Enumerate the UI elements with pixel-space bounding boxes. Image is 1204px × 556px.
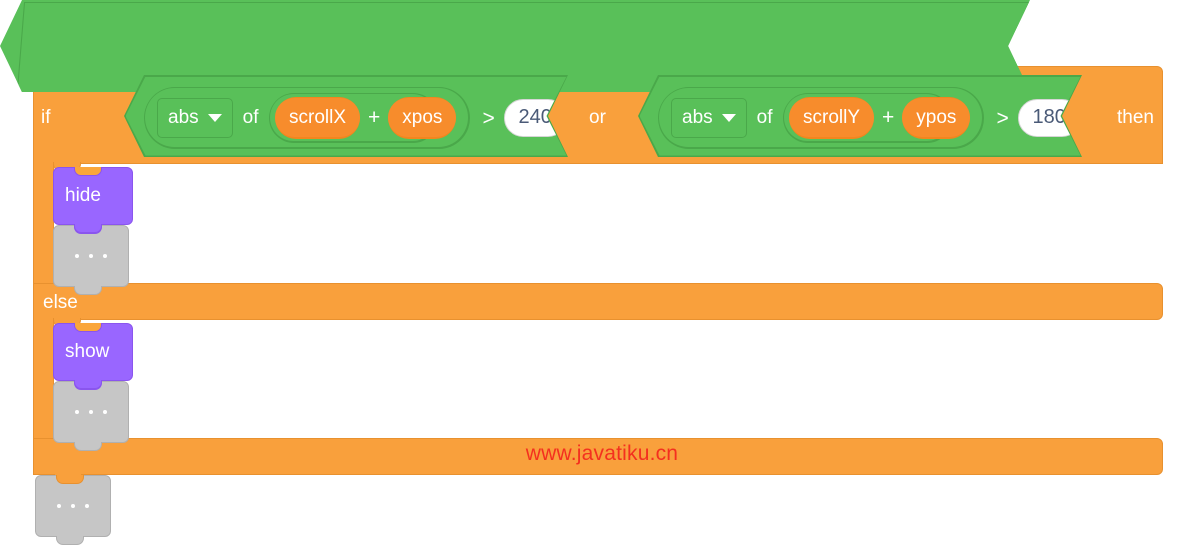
placeholder-block-then[interactable]	[53, 225, 129, 295]
ellipsis-dots-icon-bottom	[36, 476, 110, 536]
placeholder-then-bump-bottom	[74, 286, 102, 295]
greater-than-symbol-right: >	[996, 106, 1009, 130]
if-keyword: if	[41, 107, 51, 128]
abs-dropdown-label-right: abs	[682, 106, 713, 128]
abs-dropdown-label: abs	[168, 106, 199, 128]
if-block-then-arm	[33, 162, 81, 284]
placeholder-block-else[interactable]	[53, 381, 129, 451]
ellipsis-dots-icon-else	[54, 382, 128, 442]
chevron-down-icon-right	[722, 114, 736, 122]
else-bar[interactable]	[33, 283, 1163, 320]
variable-reporter-xpos[interactable]: xpos	[388, 97, 456, 139]
show-block-notch-top	[74, 323, 102, 332]
greater-than-block-left[interactable]: abs of scrollX + xpos > 240	[124, 75, 568, 157]
abs-of-block-left[interactable]: abs of scrollX + xpos	[144, 87, 470, 149]
show-block-label: show	[65, 341, 110, 362]
greater-than-block-right[interactable]: abs of scrollY + ypos > 180	[638, 75, 1082, 157]
abs-of-right-fill: abs of scrollY + ypos	[659, 88, 982, 147]
variable-reporter-scrolly[interactable]: scrollY	[789, 97, 874, 139]
placeholder-block-bottom[interactable]	[35, 475, 111, 545]
greater-than-right-fill: abs of scrollY + ypos > 180	[640, 77, 1081, 156]
if-block-else-arm	[33, 318, 81, 439]
placeholder-bottom-bump	[56, 536, 84, 545]
plus-symbol-left: +	[368, 106, 381, 129]
or-label: or	[589, 107, 606, 128]
scratch-block-canvas: if then else abs of scrollX + xpos > 240…	[0, 0, 1204, 556]
greater-than-symbol-left: >	[482, 106, 495, 130]
plus-symbol-right: +	[882, 106, 895, 129]
of-label-right: of	[756, 107, 773, 128]
hide-block-label: hide	[65, 185, 101, 206]
add-operator-right-fill: scrollY + ypos	[784, 94, 950, 141]
variable-reporter-ypos[interactable]: ypos	[902, 97, 970, 139]
hide-block[interactable]: hide	[53, 167, 133, 233]
greater-than-left-fill: abs of scrollX + xpos > 240	[126, 77, 567, 156]
variable-reporter-scrollx[interactable]: scrollX	[275, 97, 360, 139]
add-operator-block-left[interactable]: scrollX + xpos	[269, 93, 438, 143]
show-block[interactable]: show	[53, 323, 133, 389]
abs-of-left-fill: abs of scrollX + xpos	[145, 88, 468, 147]
add-operator-block-right[interactable]: scrollY + ypos	[783, 93, 952, 143]
abs-function-dropdown-right[interactable]: abs	[671, 98, 747, 138]
then-keyword: then	[1117, 107, 1154, 128]
else-keyword: else	[43, 292, 78, 313]
chevron-down-icon	[208, 114, 222, 122]
abs-of-block-right[interactable]: abs of scrollY + ypos	[658, 87, 984, 149]
show-block-bump-bottom	[74, 380, 102, 389]
of-label-left: of	[242, 107, 259, 128]
ellipsis-dots-icon-then	[54, 226, 128, 286]
watermark-text: www.javatiku.cn	[525, 442, 679, 465]
hide-block-notch-top	[74, 167, 102, 176]
abs-function-dropdown-left[interactable]: abs	[157, 98, 233, 138]
hide-block-bump-bottom	[74, 224, 102, 233]
add-operator-left-fill: scrollX + xpos	[270, 94, 436, 141]
placeholder-bottom-notch-top	[56, 475, 84, 484]
